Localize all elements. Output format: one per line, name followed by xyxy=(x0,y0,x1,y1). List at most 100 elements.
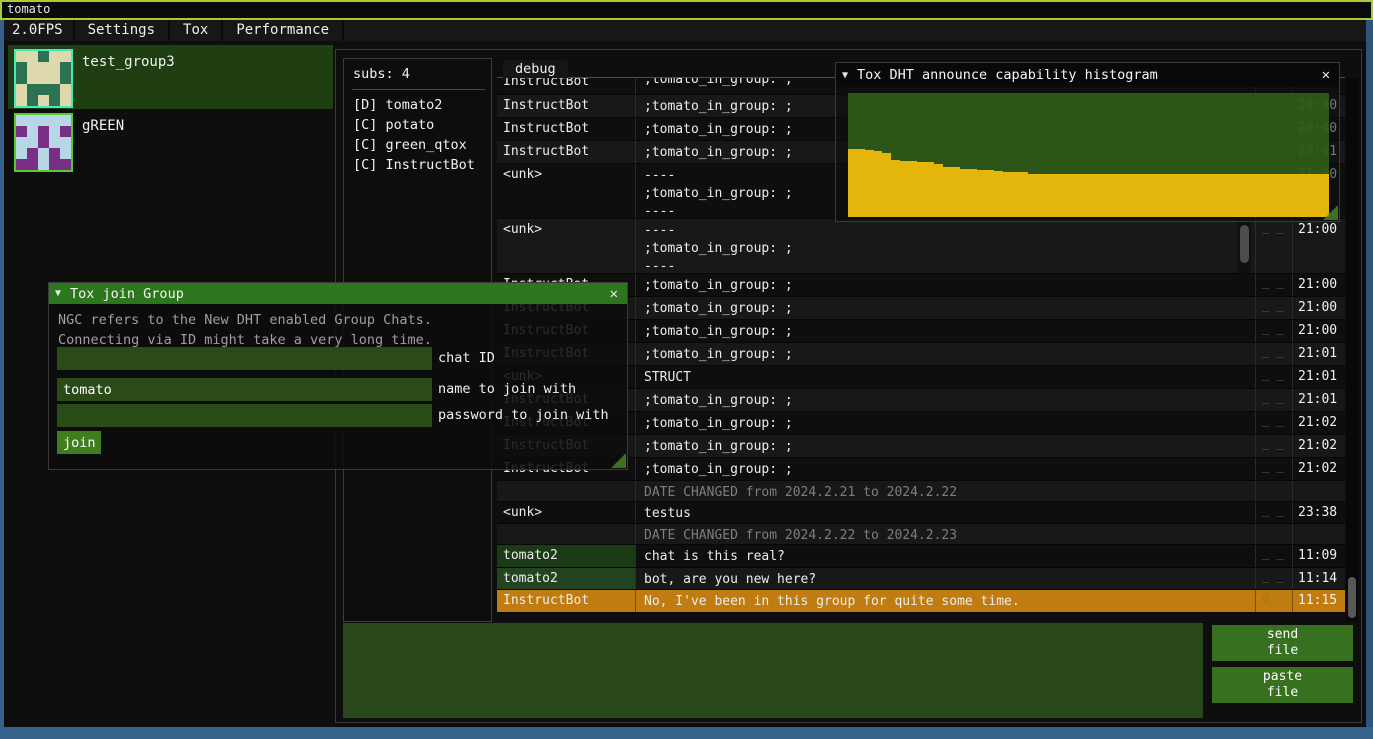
close-icon[interactable]: ✕ xyxy=(1319,67,1333,83)
message-timestamp: 21:02 xyxy=(1292,435,1345,457)
group-avatar xyxy=(14,49,73,108)
menu-tox[interactable]: Tox xyxy=(170,20,223,41)
app-root: tomato 2.0FPS Settings Tox Performance t… xyxy=(0,0,1373,739)
histogram-bin xyxy=(1312,174,1321,217)
histogram-bin xyxy=(908,161,917,217)
join-name-field[interactable] xyxy=(57,378,432,401)
histogram-bin xyxy=(1235,174,1244,217)
histogram-bin xyxy=(857,149,866,217)
message-timestamp: 21:02 xyxy=(1292,412,1345,434)
delivery-flags: _ _ xyxy=(1255,568,1292,589)
join-name-label: name to join with xyxy=(432,378,576,401)
paste-file-button[interactable]: paste file xyxy=(1212,667,1353,703)
resize-grip[interactable] xyxy=(611,453,626,468)
delivery-flags xyxy=(1255,524,1292,544)
sender-name xyxy=(497,481,635,501)
message-text: ---- ;tomato_in_group: ; ---- xyxy=(635,219,1255,273)
histogram-bin xyxy=(1218,174,1227,217)
chat-message-row[interactable]: tomato2bot, are you new here?_ _11:14 xyxy=(497,568,1345,590)
menu-bar: 2.0FPS Settings Tox Performance xyxy=(4,20,1366,41)
collapse-arrow-icon[interactable]: ▼ xyxy=(55,288,61,299)
message-text: ;tomato_in_group: ; xyxy=(635,274,1255,296)
group-list-item[interactable]: test_group3 xyxy=(8,45,333,109)
join-window-title: Tox join Group xyxy=(70,286,184,302)
histogram-bin xyxy=(874,151,883,217)
delivery-flags: d _ xyxy=(1255,590,1292,612)
chat-message-row[interactable]: InstructBotNo, I've been in this group f… xyxy=(497,590,1345,613)
sender-name: tomato2 xyxy=(497,568,635,589)
chat-message-row[interactable]: <unk>---- ;tomato_in_group: ; ----_ _21:… xyxy=(497,219,1345,274)
fps-indicator: 2.0FPS xyxy=(4,20,75,41)
delivery-flags: _ _ xyxy=(1255,502,1292,523)
histogram-bin xyxy=(951,167,960,217)
group-list-item[interactable]: gREEN xyxy=(8,109,333,173)
group-name: gREEN xyxy=(82,118,124,134)
resize-grip[interactable] xyxy=(1323,205,1338,220)
message-timestamp: 21:00 xyxy=(1292,320,1345,342)
delivery-flags: _ _ xyxy=(1255,343,1292,365)
menu-performance[interactable]: Performance xyxy=(223,20,344,41)
histogram-bin xyxy=(1269,174,1278,217)
chat-scrollbar[interactable] xyxy=(1346,78,1358,622)
chat-message-row[interactable]: <unk>testus_ _23:38 xyxy=(497,502,1345,524)
member-list-item[interactable]: [C] InstructBot xyxy=(344,155,491,175)
sender-name: InstructBot xyxy=(497,95,635,117)
join-window-titlebar[interactable]: ▼ Tox join Group ✕ xyxy=(49,283,627,304)
member-list-item[interactable]: [C] potato xyxy=(344,115,491,135)
chat-id-label: chat ID xyxy=(432,347,495,370)
tab-debug[interactable]: debug xyxy=(503,60,568,79)
collapse-arrow-icon[interactable]: ▼ xyxy=(842,70,848,81)
chat-message-row[interactable]: DATE CHANGED from 2024.2.22 to 2024.2.23 xyxy=(497,524,1345,545)
chat-id-field[interactable] xyxy=(57,347,432,370)
histogram-bin xyxy=(934,164,943,217)
chat-message-row[interactable]: DATE CHANGED from 2024.2.21 to 2024.2.22 xyxy=(497,481,1345,502)
member-list-item[interactable]: [D] tomato2 xyxy=(344,95,491,115)
chat-scrollbar-thumb[interactable] xyxy=(1348,577,1356,618)
dht-capability-histogram xyxy=(848,93,1329,217)
histogram-window-titlebar[interactable]: ▼ Tox DHT announce capability histogram … xyxy=(836,63,1339,87)
members-separator xyxy=(352,89,485,90)
date-changed-notice: DATE CHANGED from 2024.2.21 to 2024.2.22 xyxy=(635,481,1255,501)
histogram-bin xyxy=(1166,174,1175,217)
sender-name: InstructBot xyxy=(497,590,635,612)
join-button[interactable]: join xyxy=(57,431,101,454)
chat-message-row[interactable]: tomato2chat is this real?_ _11:09 xyxy=(497,545,1345,568)
sender-name xyxy=(497,524,635,544)
histogram-bin xyxy=(1243,174,1252,217)
histogram-bin xyxy=(1114,174,1123,217)
message-input[interactable] xyxy=(343,623,1203,718)
histogram-bin xyxy=(1037,174,1046,217)
sender-name: InstructBot xyxy=(497,141,635,163)
histogram-bin xyxy=(1226,174,1235,217)
member-list: [D] tomato2[C] potato[C] green_qtox[C] I… xyxy=(344,95,491,175)
message-cell-scrollbar-thumb[interactable] xyxy=(1240,225,1249,263)
os-titlebar[interactable]: tomato xyxy=(0,0,1373,20)
message-timestamp xyxy=(1292,524,1345,544)
histogram-bin xyxy=(943,167,952,217)
join-password-field[interactable] xyxy=(57,404,432,427)
histogram-bin xyxy=(994,171,1003,217)
group-name: test_group3 xyxy=(82,54,175,70)
message-timestamp: 11:14 xyxy=(1292,568,1345,589)
histogram-bin xyxy=(1028,174,1037,217)
delivery-flags: _ _ xyxy=(1255,389,1292,411)
join-description-line1: NGC refers to the New DHT enabled Group … xyxy=(58,310,627,330)
histogram-window: ▼ Tox DHT announce capability histogram … xyxy=(835,62,1340,222)
delivery-flags: _ _ xyxy=(1255,458,1292,480)
histogram-bin xyxy=(917,162,926,217)
delivery-flags: _ _ xyxy=(1255,274,1292,296)
close-icon[interactable]: ✕ xyxy=(607,286,621,302)
message-text: testus xyxy=(635,502,1255,523)
histogram-bin xyxy=(1261,174,1270,217)
menu-settings[interactable]: Settings xyxy=(75,20,170,41)
message-timestamp: 21:00 xyxy=(1292,297,1345,319)
histogram-bin xyxy=(1123,174,1132,217)
message-cell-scrollbar[interactable] xyxy=(1238,220,1251,273)
send-file-button[interactable]: send file xyxy=(1212,625,1353,661)
member-list-item[interactable]: [C] green_qtox xyxy=(344,135,491,155)
histogram-bin xyxy=(986,170,995,217)
sender-name: InstructBot xyxy=(497,118,635,140)
histogram-bin xyxy=(960,169,969,217)
histogram-bin xyxy=(1157,174,1166,217)
date-changed-notice: DATE CHANGED from 2024.2.22 to 2024.2.23 xyxy=(635,524,1255,544)
